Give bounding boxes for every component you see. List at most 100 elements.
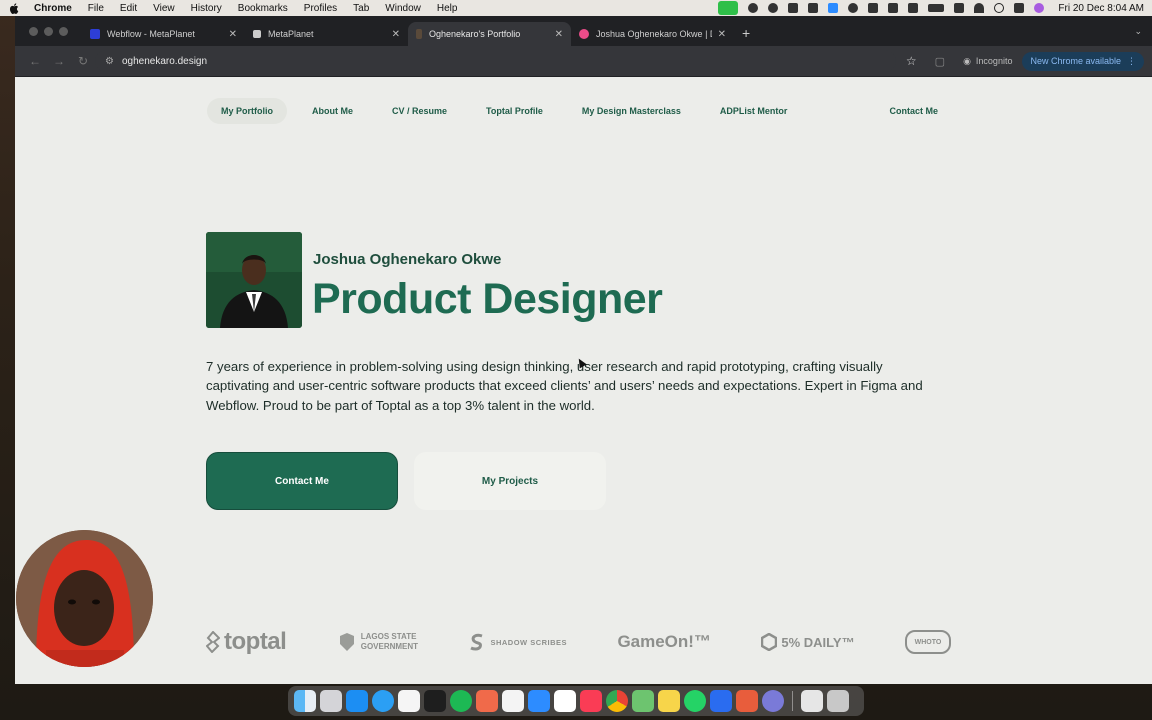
play-tray-icon[interactable] bbox=[848, 3, 859, 13]
launchpad-icon[interactable] bbox=[320, 690, 342, 712]
nav-cv-resume[interactable]: CV / Resume bbox=[378, 98, 461, 124]
settings-gear-icon[interactable] bbox=[762, 690, 784, 712]
camera-active-icon[interactable] bbox=[718, 1, 739, 15]
lagos-line-2: GOVERNMENT bbox=[360, 642, 419, 651]
forward-arrow-icon[interactable]: → bbox=[47, 54, 71, 68]
tab-search-chevron-icon[interactable]: ⌄ bbox=[1134, 26, 1142, 37]
notion-icon[interactable] bbox=[554, 690, 576, 712]
safari-icon[interactable] bbox=[372, 690, 394, 712]
zoom-icon[interactable] bbox=[528, 690, 550, 712]
tab-title: MetaPlanet bbox=[268, 29, 314, 39]
macos-dock bbox=[288, 686, 864, 716]
menubar-help[interactable]: Help bbox=[437, 3, 458, 14]
wifi-icon[interactable] bbox=[974, 3, 985, 13]
menubar-window[interactable]: Window bbox=[385, 3, 421, 14]
menubar-file[interactable]: File bbox=[88, 3, 104, 14]
figma-tray-icon[interactable] bbox=[788, 3, 799, 13]
close-tab-icon[interactable]: ✕ bbox=[718, 29, 726, 40]
nav-adplist-mentor[interactable]: ADPList Mentor bbox=[706, 98, 802, 124]
controls-tray-icon[interactable] bbox=[954, 3, 965, 13]
minimize-window-icon[interactable] bbox=[44, 26, 53, 36]
menubar-profiles[interactable]: Profiles bbox=[304, 3, 337, 14]
tab-portfolio[interactable]: Oghenekaro's Portfolio ✕ bbox=[408, 22, 571, 46]
music-icon[interactable] bbox=[580, 690, 602, 712]
close-window-icon[interactable] bbox=[29, 26, 38, 36]
daily-wordmark: 5% DAILY™ bbox=[781, 634, 855, 650]
maps-icon[interactable] bbox=[632, 690, 654, 712]
calendar-icon[interactable] bbox=[502, 690, 524, 712]
update-chrome-button[interactable]: New Chrome available ⋮ bbox=[1022, 51, 1144, 71]
sparkle-app-icon[interactable] bbox=[476, 690, 498, 712]
notion-tray-icon[interactable] bbox=[908, 3, 919, 13]
grid-tray-icon[interactable] bbox=[808, 3, 819, 13]
nav-design-masterclass[interactable]: My Design Masterclass bbox=[568, 98, 695, 124]
tab-dribbble[interactable]: Joshua Oghenekaro Okwe | D ✕ bbox=[571, 22, 734, 46]
back-arrow-icon[interactable]: ← bbox=[23, 54, 47, 68]
menubar-app-name[interactable]: Chrome bbox=[34, 3, 72, 14]
toptal-wordmark: toptal bbox=[224, 628, 287, 655]
tab-strip: Webflow - MetaPlanet ✕ MetaPlanet ✕ Oghe… bbox=[15, 16, 1152, 46]
shield-tray-icon[interactable] bbox=[868, 3, 879, 13]
menubar-edit[interactable]: Edit bbox=[120, 3, 137, 14]
slack-icon[interactable] bbox=[398, 690, 420, 712]
tab-webflow[interactable]: Webflow - MetaPlanet ✕ bbox=[82, 22, 245, 46]
siri-icon[interactable] bbox=[1034, 3, 1045, 13]
zoom-window-icon[interactable] bbox=[59, 26, 68, 36]
apps-grid-icon[interactable] bbox=[736, 690, 758, 712]
chrome-icon[interactable] bbox=[606, 690, 628, 712]
site-info-icon[interactable]: ⚙ bbox=[105, 56, 114, 67]
nav-contact-me[interactable]: Contact Me bbox=[875, 98, 952, 124]
zoom-tray-icon[interactable] bbox=[828, 3, 839, 13]
menubar-tab[interactable]: Tab bbox=[353, 3, 369, 14]
spotify-icon[interactable] bbox=[450, 690, 472, 712]
document-icon[interactable] bbox=[801, 690, 823, 712]
brightness-icon[interactable] bbox=[748, 3, 759, 13]
menubar-history[interactable]: History bbox=[191, 3, 222, 14]
badge-logo: WHOTO bbox=[904, 630, 951, 654]
new-tab-icon[interactable]: + bbox=[742, 25, 750, 41]
menubar-bookmarks[interactable]: Bookmarks bbox=[238, 3, 288, 14]
whatsapp-icon[interactable] bbox=[684, 690, 706, 712]
metaplanet-favicon-icon bbox=[253, 30, 261, 38]
shadow-scribes-mark-icon bbox=[470, 633, 483, 651]
extensions-icon[interactable]: ▢ bbox=[935, 55, 945, 68]
close-tab-icon[interactable]: ✕ bbox=[229, 29, 237, 40]
trash-icon[interactable] bbox=[827, 690, 849, 712]
web-page: My Portfolio About Me CV / Resume Toptal… bbox=[15, 77, 1152, 684]
asterisk-icon[interactable] bbox=[768, 3, 779, 13]
nav-about-me[interactable]: About Me bbox=[298, 98, 367, 124]
nav-my-portfolio[interactable]: My Portfolio bbox=[207, 98, 287, 124]
close-tab-icon[interactable]: ✕ bbox=[555, 29, 563, 40]
menubar-clock[interactable]: Fri 20 Dec 8:04 AM bbox=[1058, 3, 1144, 14]
control-center-icon[interactable] bbox=[1014, 3, 1025, 13]
reload-icon[interactable]: ↻ bbox=[71, 54, 95, 68]
dock-separator bbox=[792, 691, 793, 711]
nav-toptal-profile[interactable]: Toptal Profile bbox=[472, 98, 557, 124]
address-bar[interactable]: ⚙ oghenekaro.design bbox=[95, 50, 896, 72]
my-projects-button[interactable]: My Projects bbox=[414, 452, 606, 510]
site-nav: My Portfolio About Me CV / Resume Toptal… bbox=[207, 96, 952, 126]
tab-metaplanet[interactable]: MetaPlanet ✕ bbox=[245, 22, 408, 46]
hero-intro-text: 7 years of experience in problem-solving… bbox=[206, 359, 923, 413]
figma-icon[interactable] bbox=[424, 690, 446, 712]
search-icon[interactable] bbox=[994, 3, 1005, 13]
battery-icon[interactable] bbox=[928, 4, 945, 12]
bookmark-star-icon[interactable]: ☆ bbox=[906, 54, 917, 68]
badge-wordmark: WHOTO bbox=[914, 638, 942, 646]
tasks-icon[interactable] bbox=[710, 690, 732, 712]
app-store-icon[interactable] bbox=[346, 690, 368, 712]
window-controls bbox=[29, 26, 68, 36]
calendar-tray-icon[interactable] bbox=[888, 3, 899, 13]
daily-mark-icon bbox=[761, 633, 778, 651]
designer-role-heading: Product Designer bbox=[312, 275, 663, 323]
menubar-view[interactable]: View bbox=[153, 3, 175, 14]
finder-icon[interactable] bbox=[294, 690, 316, 712]
notes-icon[interactable] bbox=[658, 690, 680, 712]
lagos-crest-icon bbox=[339, 633, 354, 651]
apple-menu-icon[interactable] bbox=[8, 2, 20, 14]
contact-me-button[interactable]: Contact Me bbox=[206, 452, 398, 510]
close-tab-icon[interactable]: ✕ bbox=[392, 29, 400, 40]
tab-title: Webflow - MetaPlanet bbox=[107, 29, 195, 39]
incognito-indicator[interactable]: ◉ Incognito bbox=[963, 56, 1012, 67]
profile-photo bbox=[206, 232, 302, 328]
